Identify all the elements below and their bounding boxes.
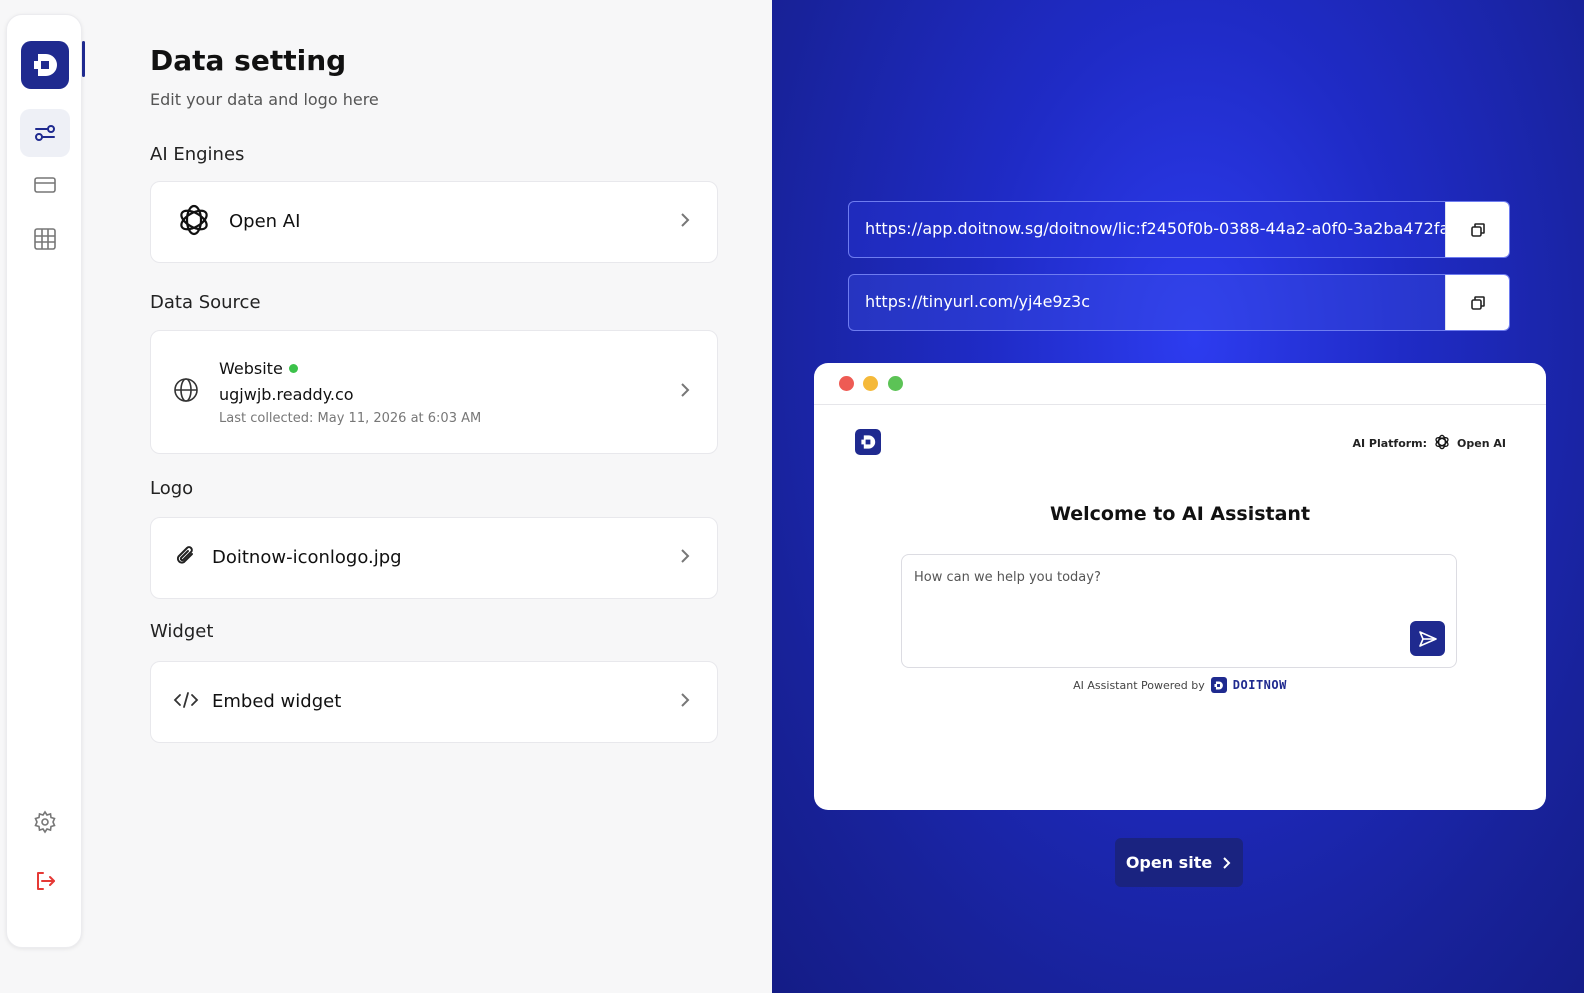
settings-panel: Data setting Edit your data and logo her… [0,0,772,993]
send-icon [1418,630,1437,647]
last-collected: Last collected: May 11, 2026 at 6:03 AM [219,411,482,426]
logo-file-name: Doitnow-iconlogo.jpg [212,547,402,568]
section-label-widget: Widget [150,621,214,642]
window-maximize-dot [888,376,903,391]
doitnow-logo-icon [34,54,57,76]
preview-logo [855,429,881,455]
window-titlebar [814,363,1546,405]
openai-icon [1433,433,1451,454]
powered-by: AI Assistant Powered by DOITNOW [814,677,1546,693]
page-subtitle: Edit your data and logo here [150,90,379,109]
ai-platform-info: AI Platform: Open AI [1352,433,1506,454]
copy-short-url-button[interactable] [1445,275,1509,330]
logout-button[interactable] [20,857,70,905]
open-site-button[interactable]: Open site [1115,838,1243,887]
copy-icon [1470,295,1485,310]
section-label-logo: Logo [150,478,194,499]
sidebar-item-data-setting[interactable] [20,109,70,157]
data-source-url: ugjwjb.readdy.co [219,385,354,404]
globe-icon [173,377,199,407]
ai-engine-card[interactable]: Open AI [150,181,718,263]
open-site-label: Open site [1125,853,1213,872]
widget-name: Embed widget [212,691,342,712]
doitnow-logo-icon [1210,677,1227,693]
app-logo[interactable] [21,41,69,89]
section-label-ai-engines: AI Engines [150,144,245,165]
section-label-data-source: Data Source [150,292,261,313]
brand-name: DOITNOW [1232,678,1287,692]
ai-platform-name: Open AI [1457,437,1506,450]
openai-icon [175,201,213,243]
data-source-card[interactable]: Website ugjwjb.readdy.co Last collected:… [150,330,718,454]
chevron-right-icon [679,548,691,568]
short-url-field[interactable]: https://tinyurl.com/yj4e9z3c [848,274,1510,331]
data-source-type: Website [219,359,283,378]
ai-platform-label: AI Platform: [1352,437,1428,450]
card-icon [34,177,56,193]
page-title: Data setting [150,44,347,77]
copy-icon [1470,222,1485,237]
powered-by-text: AI Assistant Powered by [1073,678,1205,692]
active-indicator [82,41,85,77]
logo-card[interactable]: Doitnow-iconlogo.jpg [150,517,718,599]
gear-icon [34,810,56,834]
sidebar-item-grid[interactable] [20,215,70,263]
chat-input[interactable]: How can we help you today? [901,554,1457,668]
chevron-right-icon [679,692,691,712]
welcome-heading: Welcome to AI Assistant [1049,503,1311,525]
doitnow-logo-icon [861,435,876,449]
short-url-text: https://tinyurl.com/yj4e9z3c [865,292,1090,311]
sidebar [6,14,85,948]
site-preview-window: AI Platform: Open AI Welcome to AI Assis… [814,363,1546,810]
widget-card[interactable]: Embed widget [150,661,718,743]
logout-icon [37,872,55,890]
sliders-icon [35,125,55,141]
chevron-right-icon [679,212,691,232]
send-button[interactable] [1410,621,1445,656]
grid-icon [34,228,56,250]
chat-input-placeholder: How can we help you today? [914,570,1101,585]
chevron-right-icon [1223,856,1231,869]
code-icon [173,690,199,714]
ai-engine-name: Open AI [229,211,301,232]
long-url-field[interactable]: https://app.doitnow.sg/doitnow/lic:f2450… [848,201,1510,258]
preview-panel: https://app.doitnow.sg/doitnow/lic:f2450… [772,0,1584,993]
chevron-right-icon [679,382,691,402]
status-dot [289,364,298,373]
paperclip-icon [173,543,199,573]
copy-long-url-button[interactable] [1445,202,1509,257]
long-url-text: https://app.doitnow.sg/doitnow/lic:f2450… [865,219,1470,238]
sidebar-item-settings[interactable] [20,798,70,846]
sidebar-item-billing[interactable] [20,161,70,209]
window-minimize-dot [863,376,878,391]
window-close-dot [839,376,854,391]
